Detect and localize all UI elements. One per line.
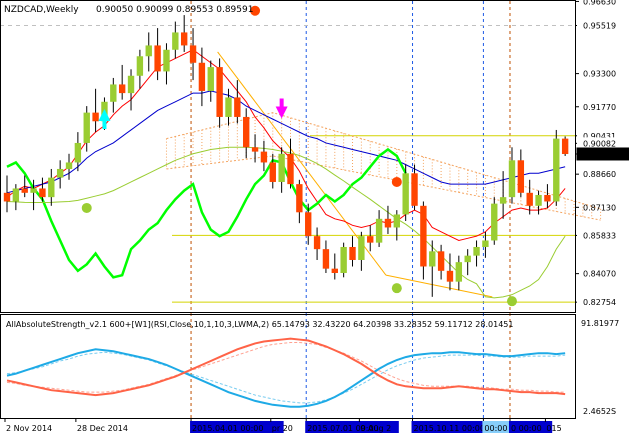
- x-label-8: 0 00:00: [511, 424, 542, 433]
- candle-body-5: [48, 177, 55, 198]
- candle-body-49: [437, 251, 445, 271]
- candle-body-30: [269, 162, 276, 182]
- candle-body-3: [30, 188, 37, 193]
- candle-body-22: [198, 62, 206, 91]
- candle-body-7: [65, 162, 73, 169]
- x-label-6: 2015.10.11 00:00: [414, 424, 485, 433]
- candle-body-15: [136, 56, 144, 76]
- candle-body-25: [225, 97, 232, 117]
- indicator-axis-top: 91.81977: [581, 319, 619, 328]
- candle-body-33: [296, 184, 303, 213]
- candle-body-41: [367, 236, 374, 243]
- candle-body-17: [154, 45, 161, 72]
- ohlc-values: 0.90050 0.90099 0.89553 0.89591: [96, 5, 253, 15]
- price-tag-4: 0.85833: [583, 231, 616, 240]
- price-chart: 0.96630 0.93300 0.91770 0.88660 0.87130 0.840…: [0, 0, 629, 435]
- candle-body-14: [127, 75, 135, 94]
- symbol-title: NZDCAD,Weekly: [4, 5, 79, 15]
- candle-body-53: [473, 246, 480, 256]
- candle-body-54: [482, 240, 489, 247]
- candle-body-42: [375, 218, 383, 243]
- signal-dot-4: [81, 202, 92, 213]
- candle-body-62: [553, 138, 560, 202]
- x-label-3: pr 20: [272, 424, 293, 433]
- x-label-2: 2015.04.01 00:00: [192, 424, 263, 433]
- candle-body-35: [313, 236, 321, 250]
- candle-body-8: [74, 142, 82, 163]
- x-label-7: 00:00: [484, 424, 507, 433]
- y-tick-label-8: 0.87130: [583, 203, 616, 212]
- candle-body-10: [92, 112, 99, 122]
- candle-body-31: [278, 153, 285, 182]
- candle-body-47: [420, 205, 427, 267]
- candle-body-34: [305, 212, 312, 237]
- indicator-axis-bottom: 2.4652S: [583, 407, 616, 416]
- y-tick-label-10: 0.84070: [583, 270, 616, 279]
- candle-body-61: [544, 194, 551, 202]
- candle-body-40: [358, 236, 365, 260]
- candle-body-43: [384, 218, 392, 228]
- x-label-0: 2 Nov 2014: [6, 424, 52, 433]
- candle-body-29: [260, 151, 268, 163]
- price-tag-2: 0.90082: [583, 139, 616, 148]
- candle-body-51: [455, 262, 463, 282]
- candle-body-57: [508, 160, 516, 198]
- candle-body-45: [402, 173, 409, 215]
- candle-body-19: [172, 32, 179, 50]
- candle-body-52: [464, 255, 471, 263]
- signal-dot-6: [506, 296, 517, 307]
- chart-window: 0.96630 0.93300 0.91770 0.88660 0.87130 0.840…: [0, 0, 629, 435]
- candle-body-48: [429, 251, 436, 267]
- candle-body-21: [189, 45, 197, 63]
- candle-body-6: [56, 168, 64, 178]
- candle-body-56: [499, 197, 507, 204]
- candle-body-59: [526, 192, 533, 206]
- candle-body-46: [411, 173, 418, 206]
- candle-body-26: [234, 97, 241, 117]
- candle-body-39: [349, 246, 356, 260]
- x-label-5: 9 Aug 2: [360, 424, 391, 433]
- candle-body-32: [287, 153, 294, 185]
- candle-body-63: [561, 138, 569, 155]
- y-tick-label-2: 0.93300: [583, 70, 616, 79]
- candle-body-1: [12, 188, 20, 202]
- candle-body-44: [393, 214, 401, 228]
- candle-body-9: [83, 112, 90, 143]
- x-label-1: 28 Dec 2014: [77, 424, 128, 433]
- candle-body-23: [207, 67, 214, 91]
- candle-body-36: [322, 249, 330, 269]
- candle-body-24: [216, 67, 223, 117]
- candle-body-18: [163, 49, 170, 72]
- y-tick-label-0: 0.96630: [583, 0, 616, 6]
- price-tag-5: 0.82754: [583, 298, 616, 307]
- candle-body-55: [491, 203, 498, 241]
- y-tick-label-7: 0.88660: [583, 170, 616, 179]
- y-tick-label-3: 0.91770: [583, 103, 616, 112]
- indicator-label: AllAbsoluteStrength_v2.1 600+[W1](RSI,Cl…: [6, 320, 513, 329]
- signal-dot-3: [391, 176, 402, 187]
- price-tag-3: 0.89591: [583, 150, 616, 159]
- price-tag-0: 0.95519: [583, 22, 616, 31]
- candle-body-60: [535, 194, 542, 206]
- candle-body-58: [517, 160, 525, 193]
- candle-body-27: [243, 116, 250, 148]
- signal-dot-5: [391, 283, 402, 294]
- candle-body-50: [446, 270, 454, 282]
- candle-body-16: [145, 45, 152, 57]
- candle-body-0: [3, 192, 11, 202]
- candle-body-28: [251, 147, 259, 152]
- candle-body-2: [21, 188, 28, 193]
- candle-body-20: [180, 32, 188, 46]
- candle-body-13: [118, 84, 126, 94]
- x-label-9: 015: [546, 424, 561, 433]
- candle-body-12: [110, 84, 117, 102]
- candle-body-4: [39, 188, 46, 198]
- candle-body-38: [340, 246, 347, 273]
- candle-body-37: [331, 268, 338, 273]
